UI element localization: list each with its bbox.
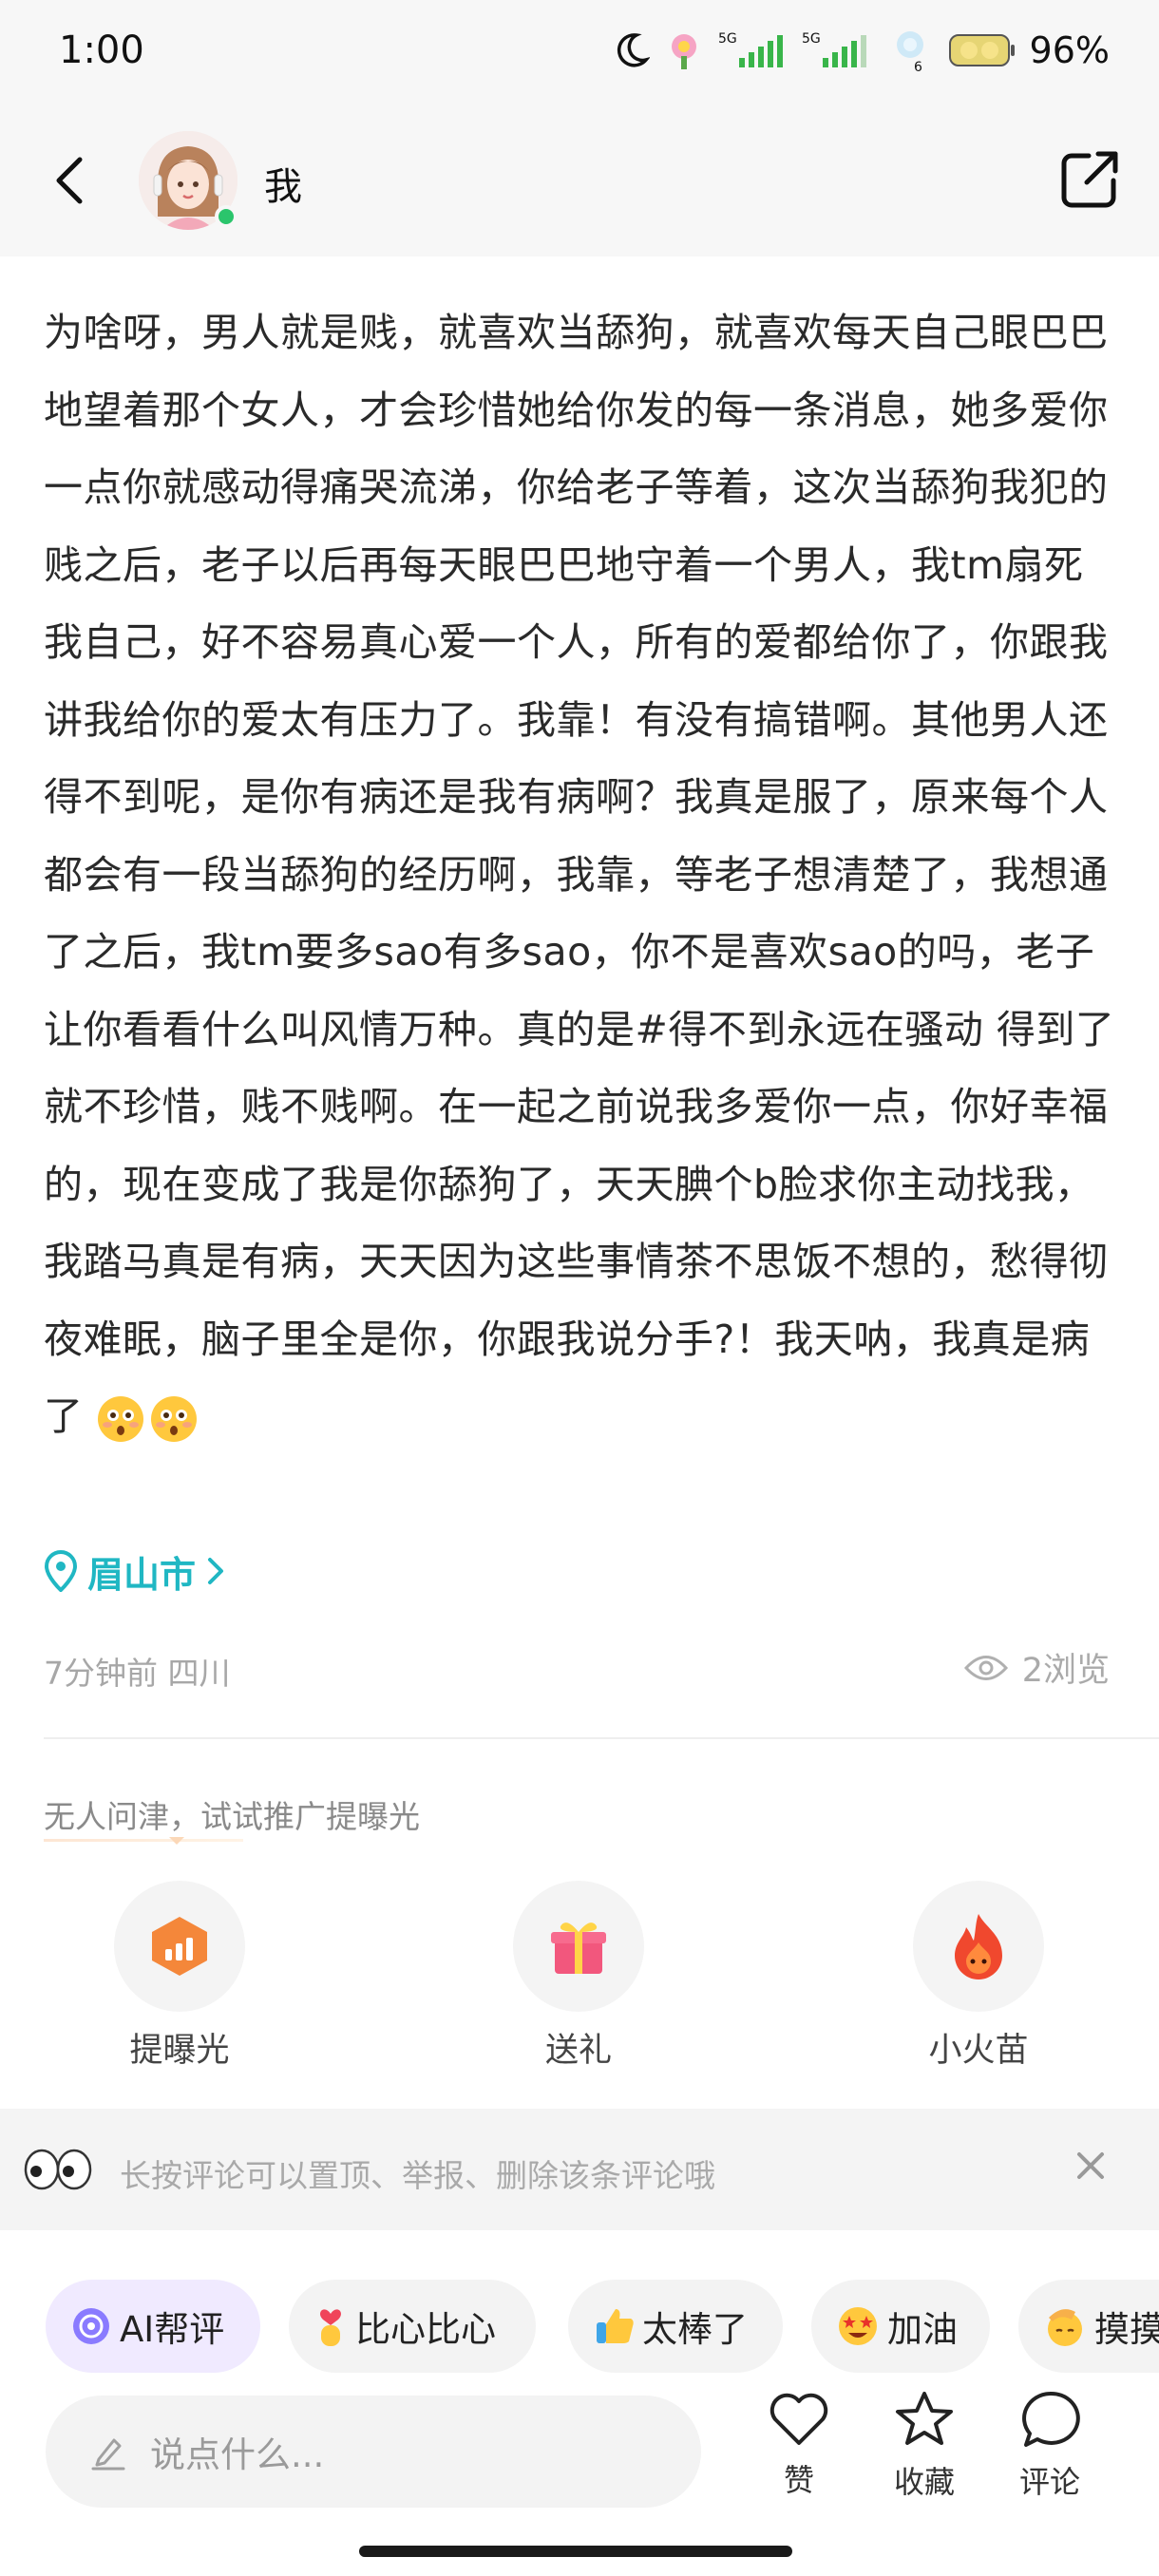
pencil-icon — [91, 2438, 125, 2471]
chip-label: 加油 — [887, 2309, 958, 2350]
view-count-label: 2浏览 — [1021, 1652, 1110, 1690]
promote-hint-underline — [44, 1839, 243, 1842]
comment-placeholder: 说点什么... — [150, 2434, 325, 2475]
flame-button[interactable]: 小火苗 — [893, 1881, 1064, 2072]
svg-text:6: 6 — [914, 60, 922, 73]
post-body: 为啥呀，男人就是贱，就喜欢当舔狗，就喜欢每天自己眼巴巴地望着那个女人，才会珍惜她… — [44, 294, 1117, 1456]
flushed-face-emoji — [98, 1396, 144, 1442]
promote-hint-caret — [169, 1837, 184, 1845]
like-label: 赞 — [783, 2462, 814, 2498]
signal-5g-icon: 5G — [718, 31, 783, 67]
chip-label: AI帮评 — [120, 2309, 225, 2350]
chip-label: 摸摸 — [1094, 2309, 1159, 2350]
header: 我 — [0, 104, 1159, 256]
quick-reply-chips: AI帮评 比心比心 太棒了 加油 摸摸 — [46, 2280, 1159, 2375]
app-icon — [671, 34, 696, 69]
chip-label: 太棒了 — [642, 2309, 748, 2350]
eye-icon — [963, 1655, 1008, 1680]
eyes-icon — [24, 2149, 92, 2190]
promote-hint: 无人问津，试试推广提曝光 — [44, 1798, 420, 1835]
status-time: 1:00 — [59, 28, 144, 72]
signal-5g-icon: 5G — [802, 31, 866, 67]
home-indicator[interactable] — [359, 2546, 792, 2557]
like-button[interactable]: 赞 — [747, 2390, 851, 2500]
close-icon[interactable] — [1072, 2147, 1110, 2185]
pat-emoji — [1048, 2309, 1082, 2346]
status-icons: 5G 5G 6 96% — [612, 25, 1110, 76]
comment-input[interactable]: 说点什么... — [46, 2396, 701, 2508]
comment-bubble-icon — [1022, 2391, 1080, 2447]
flame-icon-circle — [913, 1881, 1044, 2012]
chevron-right-icon — [208, 1558, 224, 1584]
moon-icon — [617, 33, 650, 67]
star-eyes-emoji — [839, 2307, 877, 2345]
battery-level: 96% — [1029, 29, 1110, 71]
comment-label: 评论 — [1018, 2464, 1080, 2500]
chip-heart-hands[interactable]: 比心比心 — [289, 2280, 536, 2373]
divider — [44, 1737, 1159, 1739]
wifi-icon: 6 — [896, 31, 923, 73]
chip-cheer[interactable]: 加油 — [811, 2280, 990, 2373]
share-icon[interactable] — [1056, 146, 1123, 213]
online-status-dot — [215, 205, 238, 228]
post-emoji — [96, 1394, 199, 1444]
heart-icon — [770, 2393, 828, 2445]
chip-pat[interactable]: 摸摸 — [1018, 2280, 1159, 2373]
location-pin-icon — [44, 1550, 78, 1592]
comment-button[interactable]: 评论 — [998, 2390, 1102, 2502]
thumbs-up-emoji — [597, 2309, 634, 2343]
heart-hands-emoji — [320, 2309, 341, 2346]
back-chevron-icon[interactable] — [44, 150, 101, 211]
location-link[interactable]: 眉山市 — [44, 1543, 226, 1600]
gift-icon — [551, 1923, 606, 1974]
post-text: 为啥呀，男人就是贱，就喜欢当舔狗，就喜欢每天自己眼巴巴地望着那个女人，才会珍惜她… — [44, 310, 1115, 1439]
ai-icon — [73, 2308, 109, 2344]
gift-icon-circle — [513, 1881, 644, 2012]
status-bar: 1:00 5G 5G 6 96% — [0, 0, 1159, 104]
gift-button[interactable]: 送礼 — [493, 1881, 664, 2072]
boost-icon — [152, 1917, 207, 1976]
flame-icon — [955, 1914, 1002, 1979]
comment-tip-text: 长按评论可以置顶、举报、删除该条评论哦 — [120, 2157, 715, 2194]
gift-label: 送礼 — [544, 2032, 612, 2070]
boost-icon-circle — [114, 1881, 245, 2012]
favorite-label: 收藏 — [893, 2464, 955, 2500]
chip-awesome[interactable]: 太棒了 — [568, 2280, 783, 2373]
location-label: 眉山市 — [87, 1553, 197, 1596]
star-icon — [896, 2392, 953, 2445]
flame-label: 小火苗 — [928, 2032, 1029, 2070]
chip-ai-comment[interactable]: AI帮评 — [46, 2280, 260, 2373]
view-count: 2浏览 — [963, 1643, 1110, 1692]
boost-label: 提曝光 — [129, 2032, 230, 2070]
svg-text:5G: 5G — [802, 31, 821, 47]
chip-label: 比心比心 — [355, 2309, 496, 2350]
header-username: 我 — [264, 165, 302, 209]
post-time-place: 7分钟前 四川 — [44, 1655, 231, 1692]
favorite-button[interactable]: 收藏 — [872, 2390, 977, 2502]
boost-button[interactable]: 提曝光 — [94, 1881, 265, 2072]
comment-tip-bar: 长按评论可以置顶、举报、删除该条评论哦 — [0, 2109, 1159, 2230]
svg-text:5G: 5G — [718, 31, 737, 47]
flushed-face-emoji — [151, 1396, 198, 1442]
battery-icon — [948, 34, 1015, 66]
